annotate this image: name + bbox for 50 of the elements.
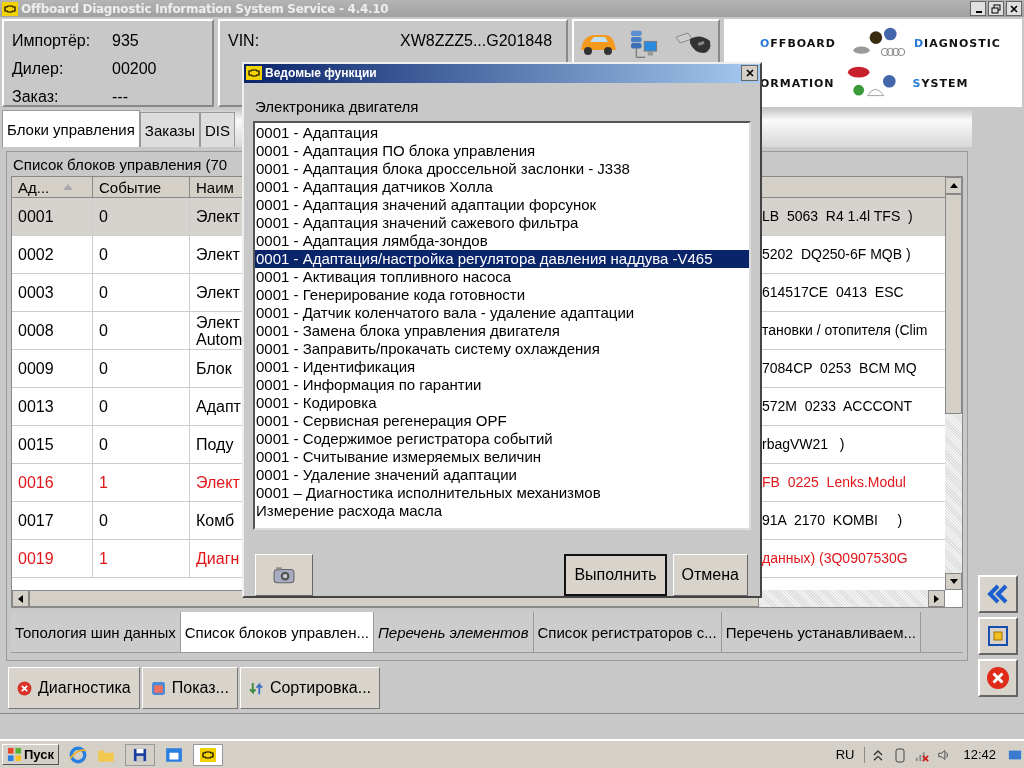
table-cell: 0 xyxy=(93,236,190,274)
table-cell: 0002 xyxy=(12,236,93,274)
info-value: --- xyxy=(112,88,128,107)
table-cell-text: 91A 2170 KOMBI ) xyxy=(762,511,904,531)
table-cell: 0 xyxy=(93,312,190,350)
table-cell: 0 xyxy=(93,502,190,540)
logo-word: ORMATION xyxy=(760,76,835,90)
table-cell: 1 xyxy=(93,464,190,502)
table-cell-text: LB 5063 R4 1.4l TFS ) xyxy=(762,207,914,227)
table-cell: 0 xyxy=(93,426,190,464)
column-label: Наим xyxy=(196,178,234,196)
vin-label: VIN: xyxy=(228,32,261,51)
dialog-title: Ведомые функции xyxy=(265,66,377,81)
info-value: 00200 xyxy=(112,60,157,79)
info-label: Импортёр: xyxy=(12,32,92,51)
column-label: Событие xyxy=(99,178,162,196)
table-cell: 0016 xyxy=(12,464,93,502)
dialog-subtitle: Электроника двигателя xyxy=(255,97,420,117)
table-cell: 0017 xyxy=(12,502,93,540)
vin-value: XW8ZZZ5...G201848 xyxy=(400,32,553,51)
table-cell: 0019 xyxy=(12,540,93,578)
table-cell: 0 xyxy=(93,198,190,236)
table-cell: 0001 xyxy=(12,198,93,236)
column-label: Ад... xyxy=(18,178,50,196)
table-cell: 0009 xyxy=(12,350,93,388)
table-cell-text: 572M 0233 ACCCONT xyxy=(762,397,914,417)
table-cell-text: FB 0225 Lenks.Modul xyxy=(762,473,907,493)
clock: 12:42 xyxy=(963,747,996,763)
table-cell-text: rbagVW21 ) xyxy=(762,435,846,455)
logo-word: SYSTEM xyxy=(912,76,969,90)
logo-word: OFFBOARD xyxy=(760,36,836,50)
window-title: Offboard Diagnostic Information System Service - 4.4.10 xyxy=(21,1,389,16)
table-cell: 0 xyxy=(93,388,190,426)
table-cell-text: данных) (3Q0907530G xyxy=(762,549,909,569)
list-title: Список блоков управления (70 xyxy=(12,156,228,176)
info-label: Заказ: xyxy=(12,88,60,107)
logo-word: DIAGNOSTIC xyxy=(913,36,1001,50)
table-cell-text: 614517CE 0413 ESC xyxy=(762,283,905,303)
table-cell: 0 xyxy=(93,274,190,312)
table-cell: 0003 xyxy=(12,274,93,312)
info-value: 935 xyxy=(112,32,139,51)
table-cell: 0008 xyxy=(12,312,93,350)
table-cell: 0015 xyxy=(12,426,93,464)
table-cell: 1 xyxy=(93,540,190,578)
info-label: Дилер: xyxy=(12,60,65,79)
table-cell-text: 5202 DQ250-6F MQB ) xyxy=(762,245,912,265)
table-cell: 0 xyxy=(93,350,190,388)
table-cell: 0013 xyxy=(12,388,93,426)
table-cell-text: 7084CP 0253 BCM MQ xyxy=(762,359,918,379)
table-cell-text: тановки / отопителя (Clim xyxy=(762,321,929,341)
